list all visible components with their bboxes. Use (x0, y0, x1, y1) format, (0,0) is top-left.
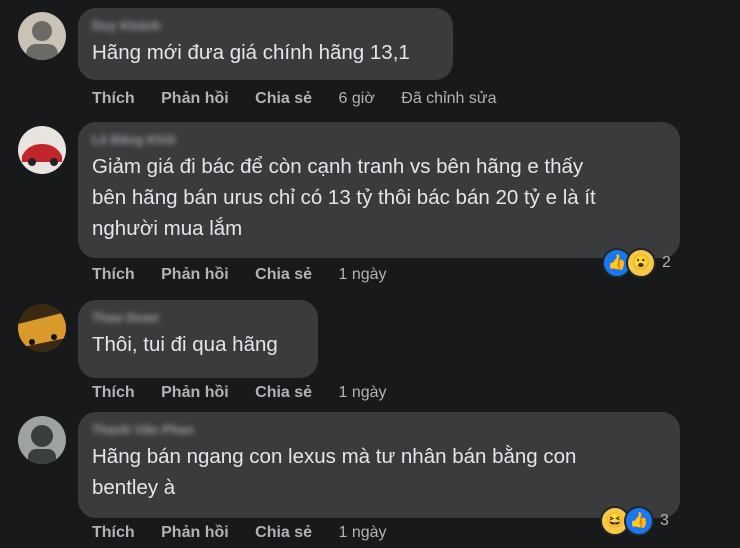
reaction-summary[interactable]: 👍 😮 2 (602, 248, 671, 278)
avatar-image (18, 304, 66, 352)
timestamp[interactable]: 1 ngày (339, 522, 387, 544)
like-button[interactable]: Thích (92, 382, 135, 404)
author-name[interactable]: Thao Doan (92, 310, 304, 326)
reply-button[interactable]: Phản hồi (161, 264, 229, 286)
share-button[interactable]: Chia sẻ (255, 522, 312, 544)
comment-actions: Thích Phản hồi Chia sẻ 6 giờ Đã chỉnh sử… (92, 88, 518, 110)
reaction-count: 2 (662, 254, 671, 271)
avatar-image (18, 12, 66, 60)
edited-label[interactable]: Đã chỉnh sửa (401, 88, 496, 110)
share-button[interactable]: Chia sẻ (255, 88, 312, 110)
share-button[interactable]: Chia sẻ (255, 264, 312, 286)
like-button[interactable]: Thích (92, 88, 135, 110)
like-icon: 👍 (624, 506, 654, 536)
timestamp[interactable]: 1 ngày (339, 382, 387, 404)
avatar[interactable] (18, 126, 66, 174)
comment-actions: Thích Phản hồi Chia sẻ 1 ngày (92, 522, 409, 544)
comment-actions: Thích Phản hồi Chia sẻ 1 ngày (92, 382, 409, 404)
avatar-image (18, 416, 66, 464)
author-name[interactable]: Duy Khánh (92, 18, 439, 34)
avatar[interactable] (18, 304, 66, 352)
reply-button[interactable]: Phản hồi (161, 522, 229, 544)
reaction-summary[interactable]: 😆 👍 3 (600, 506, 669, 536)
share-button[interactable]: Chia sẻ (255, 382, 312, 404)
comment-bubble: Thanh Văn Phan Hãng bán ngang con lexus … (78, 412, 680, 518)
comment-bubble: Duy Khánh Hãng mới đưa giá chính hãng 13… (78, 8, 453, 80)
avatar-image (18, 126, 66, 174)
author-name[interactable]: Thanh Văn Phan (92, 422, 666, 438)
like-button[interactable]: Thích (92, 264, 135, 286)
comment-text: Thôi, tui đi qua hãng (92, 333, 278, 356)
comment-actions: Thích Phản hồi Chia sẻ 1 ngày (92, 264, 409, 286)
comment-bubble: Lê Đăng Khôi Giảm giá đi bác để còn cạnh… (78, 122, 680, 258)
comment-text: Giảm giá đi bác để còn cạnh tranh vs bên… (92, 155, 596, 240)
like-button[interactable]: Thích (92, 522, 135, 544)
avatar[interactable] (18, 416, 66, 464)
timestamp[interactable]: 1 ngày (339, 264, 387, 286)
comment-text: Hãng mới đưa giá chính hãng 13,1 (92, 41, 410, 64)
wow-icon: 😮 (626, 248, 656, 278)
comment-bubble: Thao Doan Thôi, tui đi qua hãng (78, 300, 318, 378)
comment-text: Hãng bán ngang con lexus mà tư nhân bán … (92, 445, 577, 499)
avatar[interactable] (18, 12, 66, 60)
reply-button[interactable]: Phản hồi (161, 88, 229, 110)
timestamp[interactable]: 6 giờ (339, 88, 375, 110)
reaction-count: 3 (660, 512, 669, 529)
reply-button[interactable]: Phản hồi (161, 382, 229, 404)
author-name[interactable]: Lê Đăng Khôi (92, 132, 666, 148)
